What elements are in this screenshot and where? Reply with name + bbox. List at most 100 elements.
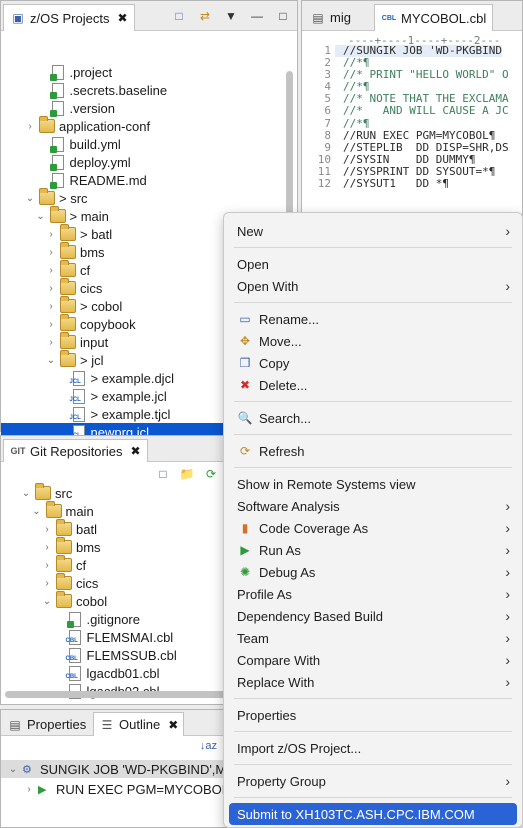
menu-item-submit-to-xh103tc-ash-cpc-ibm-com[interactable]: Submit to XH103TC.ASH.CPC.IBM.COM [229, 803, 517, 825]
folder-icon [60, 260, 76, 277]
menu-item-profile-as[interactable]: Profile As › [224, 583, 522, 605]
expand-toggle-icon[interactable]: › [41, 542, 53, 553]
expand-toggle-icon[interactable]: ⌄ [41, 596, 53, 607]
menu-item-show-in-remote-systems-view[interactable]: Show in Remote Systems view [224, 473, 522, 495]
menu-item-refresh[interactable]: ⟳ Refresh [224, 440, 522, 462]
chevron-right-icon: › [505, 674, 510, 690]
expand-toggle-icon[interactable]: › [45, 247, 57, 258]
expand-toggle-icon[interactable]: › [45, 301, 57, 312]
menu-item-rename[interactable]: ▭ Rename... [224, 308, 522, 330]
maximize-icon[interactable]: □ [275, 8, 291, 24]
close-icon[interactable]: ✖ [117, 11, 127, 25]
collapse-all-icon[interactable]: □ [155, 466, 171, 482]
menu-item-replace-with[interactable]: Replace With › [224, 671, 522, 693]
expand-toggle-icon[interactable]: ⌄ [31, 506, 43, 517]
close-icon[interactable]: ✖ [168, 718, 178, 732]
tree-item-label: cobol [76, 593, 108, 609]
folder-icon [60, 296, 76, 313]
code-line: 7 //*¶ [302, 117, 522, 130]
folder-icon [56, 573, 72, 590]
tree-item[interactable]: deploy.yml [1, 153, 297, 171]
menu-item-copy[interactable]: ❐ Copy [224, 352, 522, 374]
add-repository-icon[interactable]: 📁 [179, 466, 195, 482]
expand-toggle-icon[interactable]: › [45, 283, 57, 294]
tree-item-label: lgacdb01.cbl [86, 665, 160, 681]
tree-item-label: .secrets.baseline [69, 82, 168, 98]
menu-item-software-analysis[interactable]: Software Analysis › [224, 495, 522, 517]
clone-repository-icon[interactable]: ⟳ [203, 466, 219, 482]
editor-area: ▤ mig CBL MYCOBOL.cbl ----+----1----+---… [301, 0, 523, 216]
menu-item-search[interactable]: 🔍 Search... [224, 407, 522, 429]
expand-toggle-icon[interactable]: › [41, 524, 53, 535]
tree-item-label: > example.jcl [90, 388, 167, 404]
tab-git-repositories[interactable]: GIT Git Repositories ✖ [3, 439, 148, 462]
view-menu-icon[interactable]: ▼ [223, 8, 239, 24]
expand-toggle-icon[interactable]: › [45, 229, 57, 240]
tree-item[interactable]: ⌄ > src [1, 188, 297, 207]
code-line: 3//* PRINT "HELLO WORLD" O [302, 69, 522, 81]
tree-item[interactable]: .project [1, 63, 297, 81]
tree-item[interactable]: .secrets.baseline [1, 81, 297, 99]
link-with-editor-icon[interactable]: ⇄ [197, 8, 213, 24]
menu-item-move[interactable]: ✥ Move... [224, 330, 522, 352]
tree-item[interactable]: › application-conf [1, 116, 297, 135]
tree-item-label: > src [59, 190, 88, 206]
cbl-file-icon [66, 647, 81, 663]
expand-toggle-icon[interactable]: › [24, 121, 36, 132]
expand-toggle-icon[interactable]: › [45, 265, 57, 276]
chevron-right-icon: › [505, 608, 510, 624]
zos-projects-icon: ▣ [12, 11, 24, 25]
menu-item-new[interactable]: New › [224, 220, 522, 242]
expand-toggle-icon[interactable]: ⌄ [24, 193, 36, 204]
menu-item-label: Submit to XH103TC.ASH.CPC.IBM.COM [237, 806, 475, 822]
menu-item-property-group[interactable]: Property Group › [224, 770, 522, 792]
expand-toggle-icon[interactable]: ⌄ [7, 764, 19, 775]
code-editor[interactable]: 1//SUNGIK JOB 'WD-PKGBIND 2//*¶ 3//* PRINT… [302, 44, 522, 190]
menu-item-label: Compare With [237, 652, 321, 668]
expand-toggle-icon[interactable]: › [45, 319, 57, 330]
minimize-icon[interactable]: — [249, 8, 265, 24]
menu-item-debug-as[interactable]: ✺ Debug As › [224, 561, 522, 583]
menu-item-import-z-os-project[interactable]: Import z/OS Project... [224, 737, 522, 759]
expand-toggle-icon[interactable]: ⌄ [35, 211, 47, 222]
menu-item-label: Software Analysis [237, 498, 340, 514]
editor-tab-mig[interactable]: ▤ mig [304, 4, 357, 31]
tab-outline[interactable]: ☰ Outline ✖ [93, 712, 185, 736]
file-icon [66, 611, 81, 628]
folder-icon [35, 483, 51, 500]
menu-item-open-with[interactable]: Open With › [224, 275, 522, 297]
tree-item-label: src [55, 485, 73, 501]
expand-toggle-icon[interactable]: › [41, 560, 53, 571]
expand-toggle-icon[interactable]: › [41, 578, 53, 589]
menu-item-team[interactable]: Team › [224, 627, 522, 649]
menu-item-dependency-based-build[interactable]: Dependency Based Build › [224, 605, 522, 627]
menu-item-code-coverage-as[interactable]: ▮ Code Coverage As › [224, 517, 522, 539]
file-icon: ▤ [312, 10, 324, 25]
tab-zos-projects[interactable]: ▣ z/OS Projects ✖ [3, 4, 135, 31]
tree-item[interactable]: build.yml [1, 135, 297, 153]
menu-item-compare-with[interactable]: Compare With › [224, 649, 522, 671]
expand-toggle-icon[interactable]: › [45, 337, 57, 348]
menu-item-delete[interactable]: ✖ Delete... [224, 374, 522, 396]
tree-item[interactable]: README.md [1, 171, 297, 189]
chevron-right-icon: › [505, 520, 510, 536]
expand-toggle-icon[interactable]: ⌄ [45, 355, 57, 366]
menu-item-label: Import z/OS Project... [237, 740, 362, 756]
tab-properties[interactable]: ▤ Properties [3, 713, 90, 736]
menu-item-label: Run As [259, 542, 301, 558]
menu-item-properties[interactable]: Properties [224, 704, 522, 726]
expand-toggle-icon[interactable]: ⌄ [20, 488, 32, 499]
menu-item-label: Team [237, 630, 269, 646]
exec-step-icon: ▶ [38, 783, 47, 796]
sort-icon[interactable]: ↓az [200, 740, 217, 752]
tree-item[interactable]: .version [1, 99, 297, 117]
editor-tab-mycobol[interactable]: CBL MYCOBOL.cbl [374, 4, 494, 31]
menu-item-run-as[interactable]: ▶ Run As › [224, 539, 522, 561]
collapse-all-icon[interactable]: □ [171, 8, 187, 24]
tree-item-label: > batl [80, 226, 113, 242]
properties-icon: ▤ [9, 717, 21, 732]
outline-item-label: RUN EXEC PGM=MYCOBOL [56, 781, 230, 797]
expand-toggle-icon[interactable]: › [23, 784, 35, 795]
menu-item-open[interactable]: Open [224, 253, 522, 275]
close-icon[interactable]: ✖ [130, 444, 140, 458]
